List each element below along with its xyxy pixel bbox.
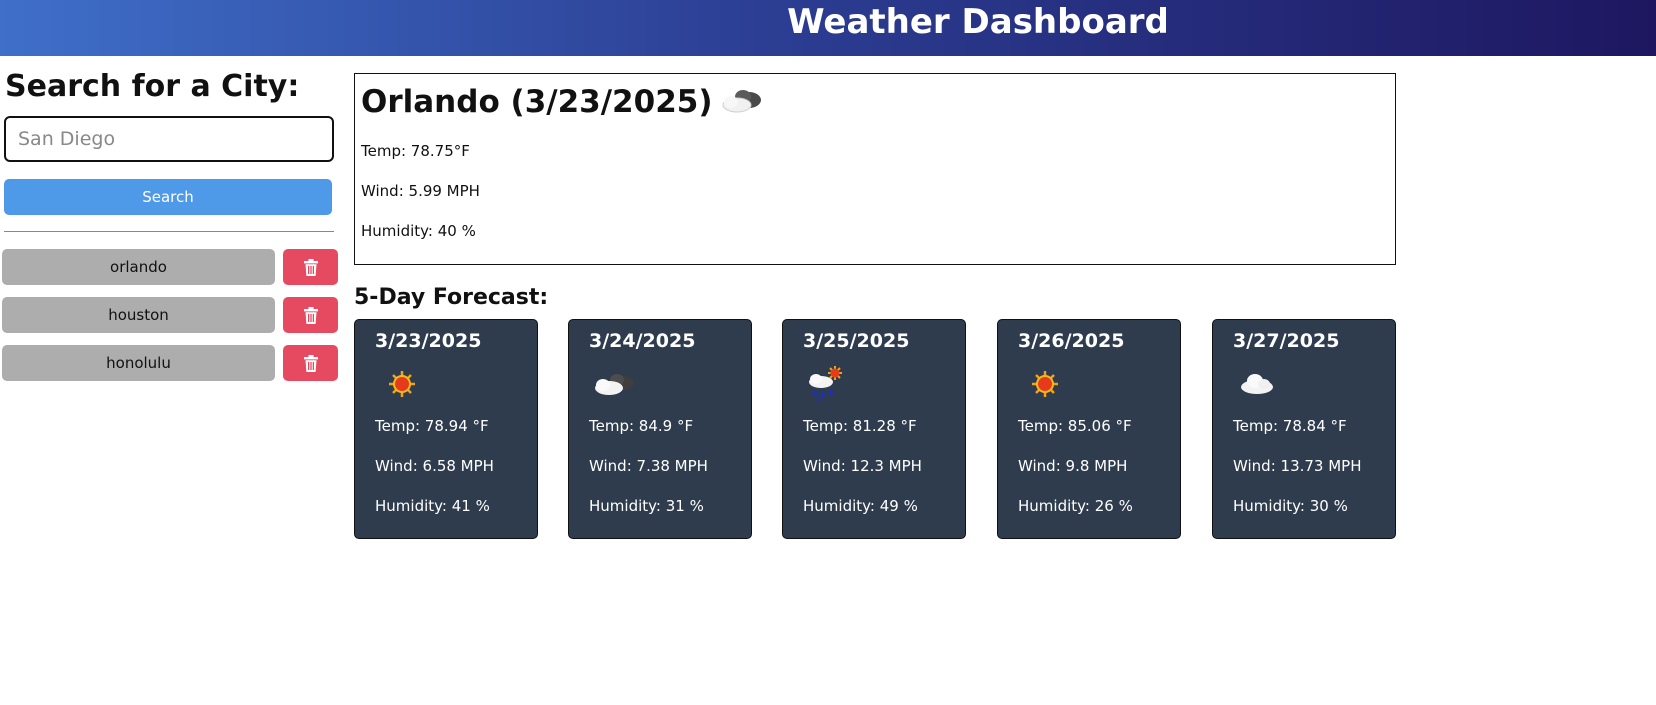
forecast-temp: Temp: 81.28 °F bbox=[803, 417, 917, 435]
forecast-cards: 3/23/2025 Temp: 78.94 °F Wind: 6.58 MPH … bbox=[354, 319, 1396, 539]
history-city-button[interactable]: orlando bbox=[2, 249, 275, 285]
current-wind: Wind: 5.99 MPH bbox=[361, 182, 480, 200]
forecast-card: 3/25/2025 Temp: 81.28 °F Wind: 12.3 MPH … bbox=[782, 319, 966, 539]
forecast-wind: Wind: 12.3 MPH bbox=[803, 457, 922, 475]
forecast-humidity: Humidity: 49 % bbox=[803, 497, 918, 515]
history-item: orlando bbox=[2, 249, 338, 285]
sun-icon bbox=[1032, 371, 1058, 397]
forecast-temp: Temp: 84.9 °F bbox=[589, 417, 694, 435]
divider bbox=[4, 231, 334, 232]
trash-icon bbox=[303, 306, 318, 324]
forecast-date: 3/25/2025 bbox=[803, 330, 910, 352]
delete-history-button[interactable] bbox=[283, 345, 338, 381]
forecast-wind: Wind: 9.8 MPH bbox=[1018, 457, 1128, 475]
page-title: Weather Dashboard bbox=[787, 2, 1169, 42]
forecast-heading: 5-Day Forecast: bbox=[354, 285, 549, 310]
forecast-card: 3/24/2025 Temp: 84.9 °F Wind: 7.38 MPH H… bbox=[568, 319, 752, 539]
forecast-temp: Temp: 78.84 °F bbox=[1233, 417, 1347, 435]
current-city-date: Orlando (3/23/2025) bbox=[361, 84, 713, 120]
trash-icon bbox=[303, 354, 318, 372]
history-city-button[interactable]: houston bbox=[2, 297, 275, 333]
forecast-temp: Temp: 78.94 °F bbox=[375, 417, 489, 435]
history-city-button[interactable]: honolulu bbox=[2, 345, 275, 381]
forecast-date: 3/24/2025 bbox=[589, 330, 696, 352]
trash-icon bbox=[303, 258, 318, 276]
forecast-date: 3/27/2025 bbox=[1233, 330, 1340, 352]
search-panel: Search for a City: Search orlando housto… bbox=[0, 66, 340, 381]
forecast-humidity: Humidity: 41 % bbox=[375, 497, 490, 515]
partly-cloudy-icon bbox=[722, 90, 761, 113]
forecast-date: 3/26/2025 bbox=[1018, 330, 1125, 352]
forecast-wind: Wind: 13.73 MPH bbox=[1233, 457, 1362, 475]
forecast-humidity: Humidity: 26 % bbox=[1018, 497, 1133, 515]
sun-icon bbox=[389, 371, 415, 397]
search-history: orlando houston honolulu bbox=[2, 249, 338, 393]
forecast-card: 3/26/2025 Temp: 85.06 °F Wind: 9.8 MPH H… bbox=[997, 319, 1181, 539]
app-header: Weather Dashboard bbox=[0, 0, 1656, 56]
current-humidity: Humidity: 40 % bbox=[361, 222, 476, 240]
forecast-humidity: Humidity: 31 % bbox=[589, 497, 704, 515]
forecast-wind: Wind: 6.58 MPH bbox=[375, 457, 494, 475]
partly-cloudy-icon bbox=[595, 374, 634, 395]
forecast-card: 3/23/2025 Temp: 78.94 °F Wind: 6.58 MPH … bbox=[354, 319, 538, 539]
forecast-date: 3/23/2025 bbox=[375, 330, 482, 352]
history-item: houston bbox=[2, 297, 338, 333]
delete-history-button[interactable] bbox=[283, 297, 338, 333]
cloud-icon bbox=[1241, 374, 1273, 394]
rain-sun-icon bbox=[809, 366, 842, 401]
city-search-input[interactable] bbox=[4, 116, 334, 162]
current-weather-title: Orlando (3/23/2025) bbox=[361, 80, 765, 124]
forecast-wind: Wind: 7.38 MPH bbox=[589, 457, 708, 475]
forecast-card: 3/27/2025 Temp: 78.84 °F Wind: 13.73 MPH… bbox=[1212, 319, 1396, 539]
search-button[interactable]: Search bbox=[4, 179, 332, 215]
forecast-humidity: Humidity: 30 % bbox=[1233, 497, 1348, 515]
current-temp: Temp: 78.75°F bbox=[361, 142, 470, 160]
search-heading: Search for a City: bbox=[5, 69, 300, 104]
delete-history-button[interactable] bbox=[283, 249, 338, 285]
current-weather-panel: Orlando (3/23/2025) Temp: 78.75°F Wind: … bbox=[354, 73, 1396, 265]
forecast-temp: Temp: 85.06 °F bbox=[1018, 417, 1132, 435]
history-item: honolulu bbox=[2, 345, 338, 381]
